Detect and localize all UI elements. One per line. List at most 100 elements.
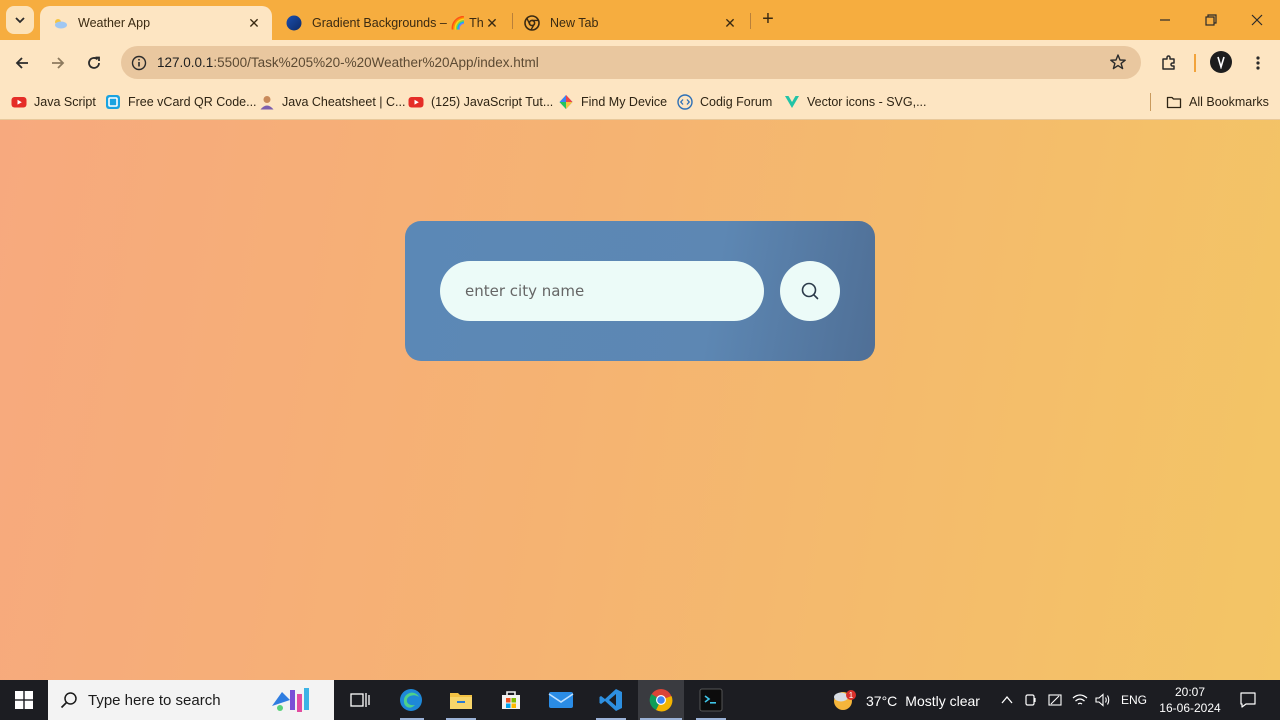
chrome-icon: [649, 689, 673, 712]
vscode-app[interactable]: [595, 684, 627, 716]
close-icon[interactable]: ✕: [246, 15, 262, 31]
weather-moon-cloud-icon: 1: [834, 690, 856, 710]
close-icon: [1251, 14, 1263, 26]
bookmark-vcard-qr[interactable]: Free vCard QR Code...: [105, 92, 257, 112]
browser-toolbar: 127.0.0.1:5500/Task%205%20-%20Weather%20…: [0, 40, 1280, 85]
taskbar-clock[interactable]: 20:07 16-06-2024: [1158, 684, 1222, 716]
profile-icon: [260, 96, 274, 110]
vscode-icon: [599, 689, 622, 711]
weather-condition: Mostly clear: [905, 693, 980, 709]
bookmark-vector-icons[interactable]: Vector icons - SVG,...: [784, 92, 927, 112]
reload-button[interactable]: [81, 50, 107, 76]
bookmarks-bar: Java Script Free vCard QR Code... Java C…: [0, 85, 1280, 120]
wifi-icon: [1072, 694, 1088, 705]
windows-logo-icon: [15, 691, 33, 709]
kebab-menu-icon: [1256, 56, 1260, 70]
chevron-up-icon: [1001, 695, 1013, 704]
weather-app-page: [0, 120, 1280, 680]
plus-icon: +: [762, 8, 774, 30]
forward-button[interactable]: [45, 50, 71, 76]
edge-icon: [400, 689, 422, 711]
puzzle-icon: [1162, 55, 1175, 70]
tab-strip: Weather App ✕ Gradient Backgrounds – 🌈 T…: [0, 0, 1280, 40]
store-icon: [502, 691, 520, 709]
show-hidden-icons-button[interactable]: [998, 690, 1016, 710]
file-explorer-app[interactable]: [445, 684, 477, 716]
windows-taskbar: Type here to search 1 37°C Mostly clear: [0, 680, 1280, 720]
tab-new-tab[interactable]: New Tab ✕: [512, 6, 748, 40]
back-button[interactable]: [9, 50, 35, 76]
weather-cloud-icon: [55, 19, 67, 29]
search-button[interactable]: [780, 261, 840, 321]
close-icon[interactable]: ✕: [484, 15, 500, 31]
code-icon: [677, 94, 693, 110]
volume-button[interactable]: [1094, 690, 1112, 710]
tab-search-button[interactable]: [6, 6, 34, 34]
youtube-icon: [408, 97, 424, 108]
store-app[interactable]: [495, 684, 527, 716]
url-path: :5500/Task%205%20-%20Weather%20App/index…: [213, 55, 539, 70]
task-view-button[interactable]: [344, 684, 376, 716]
tab-title: Weather App: [78, 16, 151, 30]
find-device-icon: [559, 95, 573, 109]
mail-app[interactable]: [545, 684, 577, 716]
extensions-button[interactable]: [1156, 50, 1182, 76]
folder-icon: [450, 693, 472, 709]
restore-button[interactable]: [1199, 8, 1223, 32]
minimize-button[interactable]: [1153, 8, 1177, 32]
terminal-app[interactable]: [695, 684, 727, 716]
notification-icon: [1240, 692, 1256, 708]
bookmark-find-my-device[interactable]: Find My Device: [558, 92, 667, 112]
edge-app[interactable]: [395, 684, 427, 716]
reload-icon: [88, 56, 100, 69]
qr-icon: [106, 95, 120, 109]
profile-avatar[interactable]: [1210, 51, 1232, 73]
url-host: 127.0.0.1: [157, 55, 214, 70]
close-window-button[interactable]: [1245, 8, 1269, 32]
taskbar-weather[interactable]: 1 37°C Mostly clear: [832, 690, 980, 712]
search-card: [405, 221, 875, 361]
search-highlight-icon: [272, 688, 309, 712]
clock-time: 20:07: [1174, 685, 1206, 699]
close-icon[interactable]: ✕: [722, 15, 738, 31]
new-tab-button[interactable]: +: [758, 8, 778, 30]
language-indicator[interactable]: ENG: [1121, 693, 1147, 707]
notifications-button[interactable]: [1237, 690, 1259, 710]
all-bookmarks-button[interactable]: All Bookmarks: [1166, 92, 1269, 112]
start-button[interactable]: [0, 680, 48, 720]
terminal-icon: [699, 688, 723, 712]
taskbar-search-placeholder: Type here to search: [88, 691, 221, 709]
youtube-icon: [11, 97, 27, 108]
folder-icon: [1166, 96, 1182, 109]
chevron-down-icon: [15, 17, 25, 24]
bookmark-javascript-tutorial[interactable]: (125) JavaScript Tut...: [408, 92, 553, 112]
site-info-icon[interactable]: [129, 53, 149, 73]
ethernet-icon: [1048, 694, 1062, 706]
bookmark-java-script[interactable]: Java Script: [11, 92, 96, 112]
search-icon: [801, 282, 819, 300]
minimize-icon: [1160, 19, 1170, 21]
wifi-button[interactable]: [1071, 690, 1089, 710]
tab-gradient-backgrounds[interactable]: Gradient Backgrounds – 🌈 The ✕: [274, 6, 510, 40]
clock-date: 16-06-2024: [1159, 701, 1221, 715]
chrome-app[interactable]: [645, 684, 677, 716]
menu-button[interactable]: [1245, 50, 1271, 76]
tray-app-icon[interactable]: [1022, 690, 1040, 710]
city-search-input[interactable]: [440, 261, 764, 321]
bookmark-star-icon[interactable]: [1109, 53, 1127, 74]
taskbar-search-box[interactable]: Type here to search: [48, 680, 334, 720]
speaker-icon: [1095, 693, 1110, 707]
tray-network-status[interactable]: [1046, 690, 1064, 710]
bookmark-java-cheatsheet[interactable]: Java Cheatsheet | C...: [259, 92, 405, 112]
device-icon: [1025, 694, 1036, 706]
address-bar[interactable]: 127.0.0.1:5500/Task%205%20-%20Weather%20…: [121, 46, 1141, 79]
tab-divider: [750, 13, 751, 29]
bookmark-codig-forum[interactable]: Codig Forum: [677, 92, 772, 112]
tab-weather-app[interactable]: Weather App ✕: [40, 6, 272, 40]
weather-temperature: 37°C: [866, 693, 898, 709]
task-view-icon: [350, 693, 370, 707]
toolbar-divider: [1194, 54, 1196, 72]
svg-text:1: 1: [849, 691, 854, 700]
url-text[interactable]: 127.0.0.1:5500/Task%205%20-%20Weather%20…: [157, 55, 539, 70]
tab-title: Gradient Backgrounds – 🌈 The: [312, 15, 484, 30]
